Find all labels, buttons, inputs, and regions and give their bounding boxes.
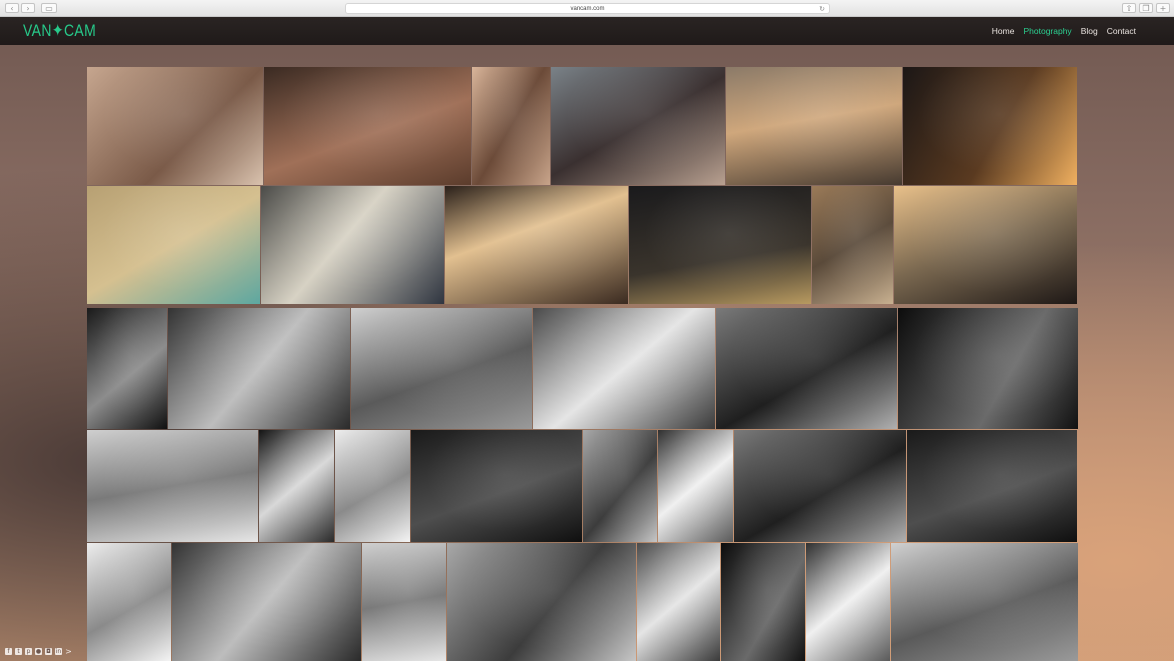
gallery-photo[interactable] [87, 67, 263, 185]
gallery-photo[interactable] [259, 430, 334, 542]
gallery-photo[interactable] [445, 186, 628, 304]
site-header: VAN✦CAM Home Photography Blog Contact [0, 17, 1174, 45]
social-links: f t p ● ◘ in > [5, 648, 72, 656]
gallery-photo[interactable] [629, 186, 811, 304]
share-button[interactable]: ⇧ [1122, 3, 1136, 13]
chevron-right-icon[interactable]: > [65, 648, 72, 656]
gallery-photo[interactable] [168, 308, 350, 429]
gallery-photo[interactable] [891, 543, 1078, 661]
sidebar-button[interactable]: ▭ [41, 3, 57, 13]
gallery-photo[interactable] [551, 67, 725, 185]
gallery-photo[interactable] [335, 430, 410, 542]
gallery-photo[interactable] [726, 67, 902, 185]
photo-gallery [87, 67, 1078, 661]
plus-icon: + [1159, 4, 1167, 13]
tabs-icon: ❐ [1142, 4, 1150, 13]
gallery-photo[interactable] [734, 430, 906, 542]
browser-nav-buttons: ‹ › ▭ [5, 3, 57, 13]
browser-toolbar: ‹ › ▭ vancam.com ↻ ⇧ ❐ + [0, 0, 1174, 17]
gallery-row [87, 543, 1078, 661]
nav-photography[interactable]: Photography [1023, 26, 1071, 36]
gallery-photo[interactable] [894, 186, 1077, 304]
gallery-photo[interactable] [583, 430, 657, 542]
gallery-row [87, 67, 1077, 185]
gallery-photo[interactable] [261, 186, 444, 304]
instagram-icon[interactable]: ◘ [45, 648, 52, 655]
forward-icon: › [26, 4, 30, 13]
flickr-icon[interactable]: ● [35, 648, 42, 655]
gallery-photo[interactable] [264, 67, 471, 185]
gallery-photo[interactable] [447, 543, 636, 661]
gallery-photo[interactable] [172, 543, 361, 661]
forward-button[interactable]: › [21, 3, 35, 13]
gallery-row [87, 186, 1077, 304]
gallery-photo[interactable] [716, 308, 897, 429]
tabs-button[interactable]: ❐ [1139, 3, 1153, 13]
gallery-photo[interactable] [411, 430, 582, 542]
main-nav: Home Photography Blog Contact [992, 26, 1136, 36]
nav-blog[interactable]: Blog [1081, 26, 1098, 36]
gallery-photo[interactable] [812, 186, 893, 304]
linkedin-icon[interactable]: in [55, 648, 62, 655]
gallery-photo[interactable] [87, 430, 258, 542]
gallery-photo[interactable] [903, 67, 1077, 185]
address-bar[interactable]: vancam.com ↻ [345, 3, 830, 14]
sidebar-icon: ▭ [45, 4, 53, 13]
gallery-photo[interactable] [907, 430, 1077, 542]
nav-home[interactable]: Home [992, 26, 1015, 36]
gallery-photo[interactable] [362, 543, 446, 661]
back-button[interactable]: ‹ [5, 3, 19, 13]
gallery-row [87, 308, 1078, 429]
gallery-photo[interactable] [533, 308, 715, 429]
new-tab-button[interactable]: + [1156, 3, 1170, 13]
gallery-photo[interactable] [806, 543, 890, 661]
gallery-photo[interactable] [87, 186, 260, 304]
gallery-photo[interactable] [351, 308, 532, 429]
site-logo[interactable]: VAN✦CAM [23, 21, 96, 41]
nav-contact[interactable]: Contact [1107, 26, 1136, 36]
twitter-icon[interactable]: t [15, 648, 22, 655]
gallery-photo[interactable] [472, 67, 550, 185]
gallery-row [87, 430, 1077, 542]
facebook-icon[interactable]: f [5, 648, 12, 655]
gallery-photo[interactable] [898, 308, 1078, 429]
share-icon: ⇧ [1125, 4, 1133, 13]
pinterest-icon[interactable]: p [25, 648, 32, 655]
gallery-photo[interactable] [87, 308, 167, 429]
gallery-photo[interactable] [721, 543, 805, 661]
browser-right-buttons: ⇧ ❐ + [1122, 3, 1170, 13]
gallery-photo[interactable] [637, 543, 720, 661]
gallery-photo[interactable] [87, 543, 171, 661]
back-icon: ‹ [10, 4, 14, 13]
url-text: vancam.com [570, 6, 605, 12]
reload-icon[interactable]: ↻ [819, 4, 825, 14]
gallery-photo[interactable] [658, 430, 733, 542]
